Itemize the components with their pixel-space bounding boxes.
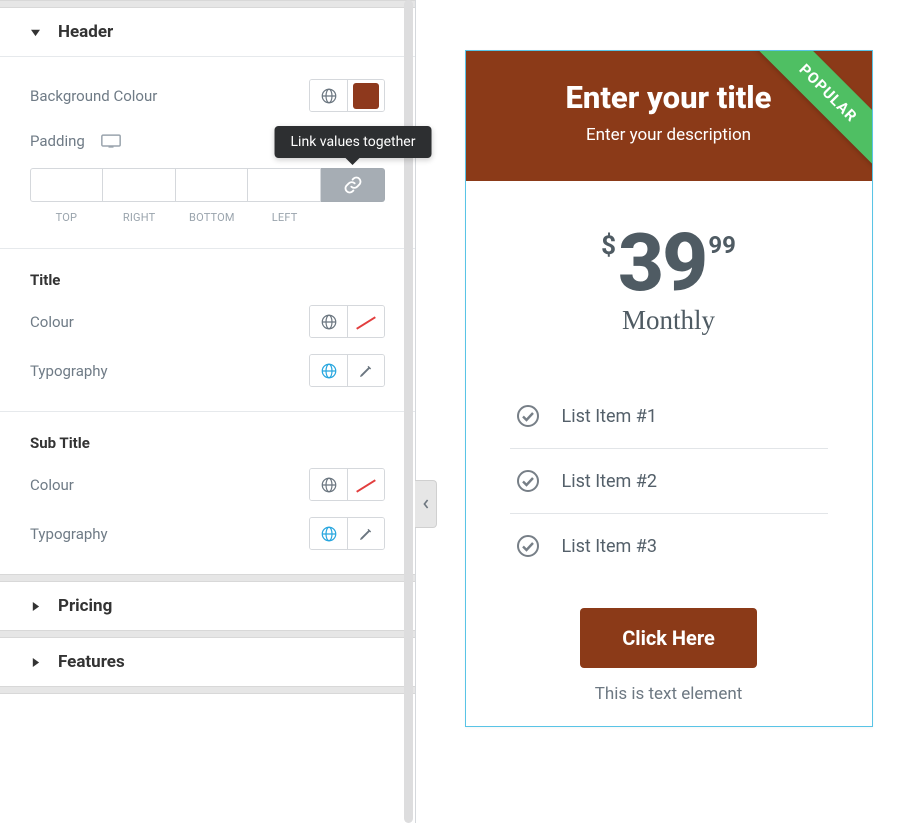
globe-icon — [320, 87, 338, 105]
cta-button[interactable]: Click Here — [580, 608, 757, 668]
section-divider — [0, 574, 415, 582]
section-divider — [0, 0, 415, 8]
price-cents: 99 — [708, 231, 736, 259]
padding-left-label: LEFT — [248, 211, 321, 224]
feature-list: List Item #1 List Item #2 List Item #3 — [466, 354, 872, 582]
bg-colour-row: Background Colour — [30, 79, 385, 112]
caret-right-icon — [30, 658, 40, 667]
pricing-card[interactable]: POPULAR Enter your title Enter your desc… — [465, 50, 873, 727]
no-colour-icon — [353, 472, 379, 498]
accordion-features-label: Features — [58, 652, 125, 672]
settings-panel: Header Background Colour Padding — [0, 0, 416, 823]
title-heading: Title — [30, 271, 385, 289]
global-colour-button[interactable] — [310, 306, 347, 337]
subtitle-typography-label: Typography — [30, 525, 108, 543]
chevron-left-icon — [422, 498, 430, 510]
card-header: POPULAR Enter your title Enter your desc… — [466, 51, 872, 181]
bg-colour-label: Background Colour — [30, 87, 157, 105]
globe-icon — [320, 525, 338, 543]
globe-icon — [320, 362, 338, 380]
collapse-panel-button[interactable] — [415, 480, 437, 528]
feature-text: List Item #3 — [562, 536, 658, 557]
padding-bottom-input[interactable] — [176, 168, 249, 202]
caret-down-icon — [30, 28, 40, 37]
footnote: This is text element — [466, 676, 872, 726]
subtitle-heading: Sub Title — [30, 434, 385, 452]
subtitle-typography-control — [309, 517, 385, 550]
accordion-pricing[interactable]: Pricing — [0, 582, 415, 630]
padding-top-label: TOP — [30, 211, 103, 224]
bg-colour-swatch[interactable] — [347, 80, 384, 111]
edit-typography-button[interactable] — [347, 518, 384, 549]
globe-icon — [320, 476, 338, 494]
check-circle-icon — [516, 469, 540, 493]
check-circle-icon — [516, 534, 540, 558]
panel-scrollbar[interactable] — [402, 0, 415, 823]
title-typography-row: Typography — [30, 354, 385, 387]
pencil-icon — [358, 363, 374, 379]
title-typography-label: Typography — [30, 362, 108, 380]
padding-right-input[interactable] — [103, 168, 176, 202]
global-colour-button[interactable] — [310, 80, 347, 111]
panel-content: Header Background Colour Padding — [0, 0, 415, 823]
colour-swatch-icon — [353, 83, 379, 109]
tooltip: Link values together — [275, 126, 432, 158]
no-colour-icon — [353, 309, 379, 335]
padding-inputs: TOP RIGHT BOTTOM LEFT — [30, 168, 385, 224]
preview-area: POPULAR Enter your title Enter your desc… — [416, 0, 921, 823]
card-subtitle: Enter your description — [484, 125, 854, 145]
check-circle-icon — [516, 404, 540, 428]
padding-label: Padding — [30, 132, 85, 150]
padding-right-label: RIGHT — [103, 211, 176, 224]
subtitle-colour-control — [309, 468, 385, 501]
currency-symbol: $ — [601, 231, 616, 261]
accordion-pricing-label: Pricing — [58, 596, 112, 616]
subtitle-group: Sub Title Colour Typography — [0, 412, 415, 574]
title-group: Title Colour Typography — [0, 249, 415, 412]
link-icon — [343, 175, 363, 195]
subtitle-colour-label: Colour — [30, 476, 74, 494]
feature-item: List Item #3 — [510, 514, 828, 578]
edit-typography-button[interactable] — [347, 355, 384, 386]
padding-left-input[interactable] — [248, 168, 321, 202]
subtitle-colour-row: Colour — [30, 468, 385, 501]
pencil-icon — [358, 526, 374, 542]
accordion-header-label: Header — [58, 22, 113, 42]
padding-bottom-label: BOTTOM — [176, 211, 249, 224]
accordion-features[interactable]: Features — [0, 638, 415, 686]
price-block: $ 39 99 Monthly — [466, 181, 872, 354]
subtitle-typography-row: Typography — [30, 517, 385, 550]
padding-block: Padding TOP RIGHT — [30, 132, 385, 224]
feature-text: List Item #2 — [562, 471, 658, 492]
accordion-header[interactable]: Header — [0, 8, 415, 57]
feature-text: List Item #1 — [562, 406, 658, 427]
section-divider — [0, 630, 415, 638]
cta-wrap: Click Here — [466, 582, 872, 676]
global-colour-button[interactable] — [310, 469, 347, 500]
title-colour-label: Colour — [30, 313, 74, 331]
global-typography-button[interactable] — [310, 355, 347, 386]
title-colour-control — [309, 305, 385, 338]
feature-item: List Item #1 — [510, 384, 828, 449]
caret-right-icon — [30, 602, 40, 611]
price-amount: 39 — [618, 227, 706, 299]
feature-item: List Item #2 — [510, 449, 828, 514]
link-values-button[interactable] — [321, 168, 385, 202]
title-colour-swatch[interactable] — [347, 306, 384, 337]
price-period: Monthly — [486, 305, 852, 336]
globe-icon — [320, 313, 338, 331]
global-typography-button[interactable] — [310, 518, 347, 549]
subtitle-colour-swatch[interactable] — [347, 469, 384, 500]
title-colour-row: Colour — [30, 305, 385, 338]
padding-top-input[interactable] — [30, 168, 103, 202]
responsive-icon[interactable] — [101, 134, 121, 148]
title-typography-control — [309, 354, 385, 387]
header-group: Background Colour Padding — [0, 57, 415, 249]
section-divider — [0, 686, 415, 694]
bg-colour-control — [309, 79, 385, 112]
